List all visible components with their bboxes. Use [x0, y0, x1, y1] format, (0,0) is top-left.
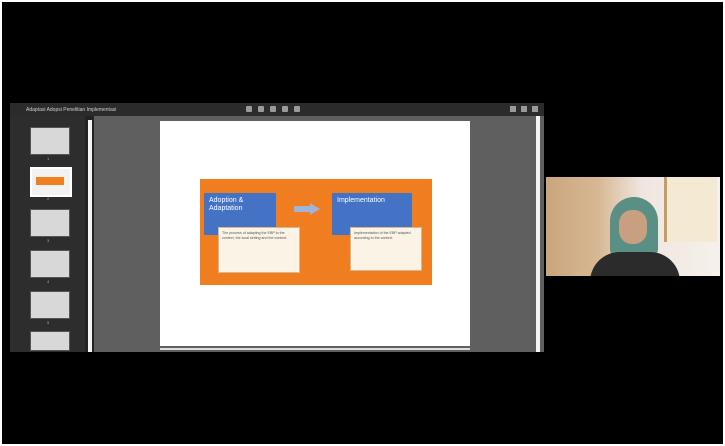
- thumbnail-5[interactable]: [30, 291, 70, 319]
- participant-video[interactable]: [546, 177, 720, 276]
- slide-thumbnails: 1 2 3 4 5: [10, 116, 85, 352]
- thumbnail-scrollbar[interactable]: [88, 120, 92, 352]
- thumbnail-number: 5: [47, 320, 50, 325]
- presentation-toolbar: Adaptasi Adopsi Penelitian Implementasi: [10, 103, 544, 116]
- toolbar-controls: [246, 106, 300, 112]
- process-diagram: Adoption & Adaptation The process of ada…: [200, 179, 432, 285]
- thumbnail-number: 3: [47, 238, 50, 243]
- fit-icon[interactable]: [282, 106, 288, 112]
- slide-canvas: Adoption & Adaptation The process of ada…: [94, 116, 544, 352]
- rotate-icon[interactable]: [294, 106, 300, 112]
- implementation-note: Implementation of the EBP adapted accord…: [350, 227, 422, 271]
- meeting-frame: Adaptasi Adopsi Penelitian Implementasi …: [0, 0, 725, 446]
- canvas-scrollbar[interactable]: [536, 116, 540, 352]
- toolbar-actions: [510, 106, 538, 112]
- adoption-note: The process of adapting the EBP to the c…: [218, 227, 300, 273]
- zoom-in-icon[interactable]: [270, 106, 276, 112]
- thumbnail-6[interactable]: [30, 331, 70, 351]
- implementation-heading: Implementation: [337, 197, 385, 204]
- zoom-out-icon[interactable]: [258, 106, 264, 112]
- adoption-heading: Adoption & Adaptation: [209, 197, 244, 213]
- window: [664, 177, 717, 242]
- thumbnail-number: 4: [47, 279, 50, 284]
- download-icon[interactable]: [510, 106, 516, 112]
- thumbnail-3[interactable]: [30, 209, 70, 237]
- undo-icon[interactable]: [246, 106, 252, 112]
- person-face: [619, 210, 647, 244]
- arrow-right-icon: [294, 203, 320, 215]
- thumbnail-4[interactable]: [30, 250, 70, 278]
- print-icon[interactable]: [521, 106, 527, 112]
- shared-screen: Adaptasi Adopsi Penelitian Implementasi …: [10, 103, 544, 352]
- thumbnail-2-selected[interactable]: [30, 167, 72, 197]
- thumbnail-1[interactable]: [30, 127, 70, 155]
- current-slide: Adoption & Adaptation The process of ada…: [160, 121, 470, 346]
- more-icon[interactable]: [532, 106, 538, 112]
- thumbnail-number: 1: [47, 156, 50, 161]
- thumbnail-number: 2: [47, 196, 50, 201]
- slide-divider: [160, 348, 470, 350]
- document-title: Adaptasi Adopsi Penelitian Implementasi: [26, 106, 117, 113]
